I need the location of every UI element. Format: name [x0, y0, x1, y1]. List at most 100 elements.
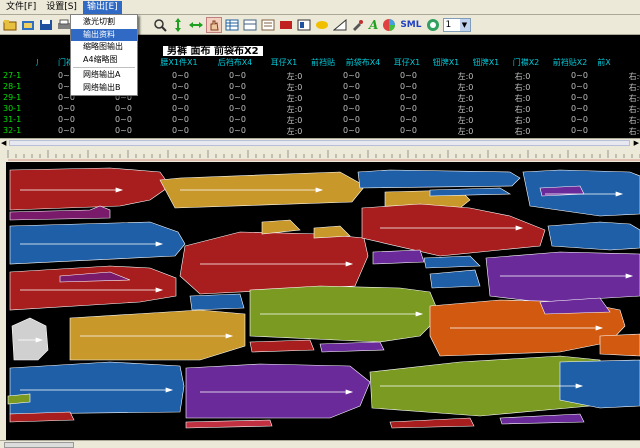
table-cell: 左:0 — [286, 94, 303, 103]
layout-icon[interactable] — [296, 17, 312, 33]
table-cell: 左:0 — [286, 72, 303, 81]
column-header: 门襟X2 — [512, 58, 540, 67]
table-cell: 0~0 — [172, 93, 189, 102]
table-cell: 右:0 — [628, 105, 640, 114]
row-size-label: 28-1 — [3, 82, 22, 91]
table-cell: 0~0 — [229, 71, 246, 80]
marker-layout-canvas[interactable] — [0, 146, 640, 442]
menu-file[interactable]: 文件[F] — [2, 1, 40, 14]
table-icon[interactable] — [242, 17, 258, 33]
table-cell: 0~0 — [343, 104, 360, 113]
column-header: 腰X1件X1 — [160, 58, 198, 67]
table-row[interactable]: 30-1 0~0 0~0 0~0 0~0 左:0 0~0 0~0 左:0 右:0 0~0 右:0 — [0, 104, 640, 115]
menu-a4-thumbnail[interactable]: A4缩略图 — [71, 54, 137, 67]
column-header: 前X — [597, 58, 611, 67]
table-cell: 左:0 — [457, 116, 474, 125]
table-cell: 右:0 — [514, 83, 531, 92]
grid-horizontal-scrollbar[interactable]: ◀ ▶ — [0, 138, 640, 147]
menu-network-output-a[interactable]: 网络输出A — [71, 69, 137, 82]
hand-icon[interactable] — [206, 16, 222, 33]
text-tool-icon[interactable]: A — [368, 17, 379, 33]
row-size-label: 29-1 — [3, 93, 22, 102]
column-header: 后片X — [0, 57, 38, 68]
table-cell: 右:0 — [628, 72, 640, 81]
open-file-icon[interactable] — [2, 17, 18, 33]
table-cell: 0~0 — [571, 82, 588, 91]
table-cell: 0~0 — [400, 126, 417, 135]
layer-select[interactable]: 1 ▼ — [442, 17, 471, 32]
table-row[interactable]: 32-1 0~0 0~0 0~0 0~0 左:0 0~0 0~0 左:0 右:0 0~0 右:0 — [0, 126, 640, 137]
menu-output[interactable]: 输出[E] — [82, 0, 122, 14]
bottom-tab[interactable] — [4, 442, 74, 448]
column-header: 钮牌X1 — [472, 58, 500, 67]
table-cell: 0~0 — [229, 82, 246, 91]
menu-separator — [73, 67, 135, 68]
menu-bar: 文件[F] 设置[S] 输出[E] — [0, 0, 640, 15]
table-cell: 0~0 — [400, 115, 417, 124]
table-cell: 右:0 — [628, 127, 640, 136]
ruler-icon[interactable] — [332, 17, 348, 33]
table-cell: 左:0 — [457, 72, 474, 81]
table-cell: 0~0 — [343, 93, 360, 102]
table-cell: 左:0 — [457, 105, 474, 114]
table-cell: 0~0 — [172, 126, 189, 135]
table-cell: 0~0 — [343, 126, 360, 135]
network-icon[interactable] — [425, 17, 441, 33]
bottom-status-bar — [0, 440, 640, 448]
table-row[interactable]: 31-1 0~0 0~0 0~0 0~0 左:0 0~0 0~0 左:0 右:0 0~0 右:0 — [0, 115, 640, 126]
table-cell: 0~0 — [343, 71, 360, 80]
grid-icon[interactable] — [224, 17, 240, 33]
list-icon[interactable] — [260, 17, 276, 33]
table-cell: 右:0 — [514, 94, 531, 103]
marker-svg[interactable] — [0, 146, 640, 442]
menu-network-output-b[interactable]: 网络输出B — [71, 82, 137, 95]
table-cell: 左:0 — [286, 127, 303, 136]
row-size-label: 31-1 — [3, 115, 22, 124]
move-horizontal-icon[interactable] — [188, 17, 204, 33]
menu-settings[interactable]: 设置[S] — [42, 1, 81, 14]
folder-icon[interactable] — [20, 17, 36, 33]
move-vertical-icon[interactable] — [170, 17, 186, 33]
column-header: 前裆贴X2 — [552, 58, 588, 67]
table-cell: 0~0 — [58, 115, 75, 124]
table-cell: 左:0 — [457, 94, 474, 103]
table-cell: 左:0 — [457, 83, 474, 92]
zoom-icon[interactable] — [152, 17, 168, 33]
table-cell: 左:0 — [286, 105, 303, 114]
piece-icon[interactable] — [278, 17, 294, 33]
menu-thumbnail-output[interactable]: 缩略图输出 — [71, 41, 137, 54]
table-cell: 0~0 — [115, 104, 132, 113]
table-cell: 0~0 — [172, 82, 189, 91]
color-icon[interactable] — [381, 17, 397, 33]
table-cell: 0~0 — [115, 115, 132, 124]
menu-output-data[interactable]: 输出资料 — [71, 28, 137, 41]
table-cell: 0~0 — [571, 71, 588, 80]
column-header: 后裆布X4 — [217, 58, 253, 67]
tool-icon[interactable] — [350, 17, 366, 33]
menu-laser-cut[interactable]: 激光切割 — [71, 16, 137, 29]
table-cell: 左:0 — [286, 83, 303, 92]
table-cell: 0~0 — [571, 115, 588, 124]
row-size-label: 27-1 — [3, 71, 22, 80]
table-cell: 0~0 — [172, 115, 189, 124]
marker-icon[interactable] — [314, 17, 330, 33]
row-size-label: 30-1 — [3, 104, 22, 113]
column-header: 前裆贴 — [311, 58, 335, 67]
table-cell: 右:0 — [628, 83, 640, 92]
table-cell: 右:0 — [514, 116, 531, 125]
output-menu-dropdown: 激光切割 输出资料 缩略图输出 A4缩略图 网络输出A 网络输出B — [70, 14, 138, 96]
table-cell: 0~0 — [400, 71, 417, 80]
column-header: 前袋布X4 — [345, 58, 381, 67]
table-cell: 0~0 — [229, 126, 246, 135]
table-cell: 0~0 — [115, 126, 132, 135]
table-cell: 左:0 — [286, 116, 303, 125]
table-cell: 0~0 — [172, 104, 189, 113]
table-cell: 右:0 — [514, 105, 531, 114]
table-cell: 0~0 — [229, 93, 246, 102]
sml-button[interactable]: SML — [399, 17, 422, 33]
save-icon[interactable] — [38, 17, 54, 33]
table-cell: 0~0 — [571, 93, 588, 102]
column-header: 钮牌X1 — [432, 58, 460, 67]
table-cell: 左:0 — [457, 127, 474, 136]
table-cell: 右:0 — [514, 127, 531, 136]
